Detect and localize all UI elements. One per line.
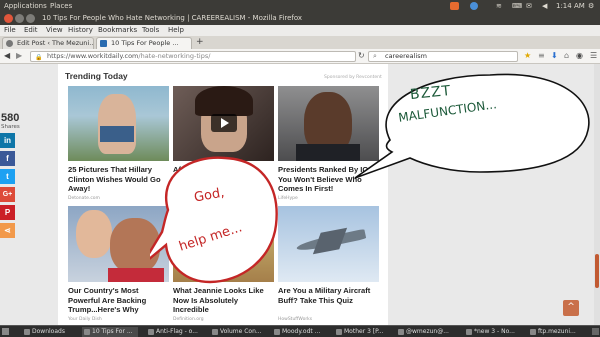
menu-file[interactable]: File bbox=[4, 25, 16, 36]
site-favicon-icon bbox=[100, 40, 107, 47]
doodle-overlay bbox=[150, 73, 590, 284]
dropbox-icon[interactable] bbox=[470, 2, 478, 10]
applications-menu[interactable]: Applications bbox=[4, 0, 47, 12]
task-firefox[interactable]: 10 Tips For ... bbox=[82, 327, 138, 337]
card-1-source: Detonate.com bbox=[68, 196, 100, 201]
more-share-icon[interactable]: ⋖ bbox=[0, 223, 15, 238]
card-4-source: Your Daily Dish bbox=[68, 317, 102, 322]
task-anti-flag[interactable]: Anti-Flag - o... bbox=[146, 327, 208, 337]
firefox-icon[interactable] bbox=[450, 2, 459, 10]
power-icon[interactable]: ⚙ bbox=[588, 0, 594, 12]
clock[interactable]: 1:14 AM bbox=[556, 0, 585, 12]
workspace-switcher-icon[interactable] bbox=[592, 328, 599, 335]
keyboard-icon[interactable]: ⌨ bbox=[512, 0, 522, 12]
trending-heading: Trending Today bbox=[65, 71, 128, 81]
home-icon[interactable]: ⌂ bbox=[564, 51, 569, 60]
maximize-window-icon[interactable] bbox=[26, 14, 35, 23]
mail-icon[interactable]: ✉ bbox=[526, 0, 532, 12]
swimwear-shape bbox=[100, 126, 134, 142]
card-6-source: HowStuffWorks bbox=[278, 317, 313, 322]
new-tab-icon[interactable]: + bbox=[196, 37, 204, 47]
google-plus-share-icon[interactable]: G+ bbox=[0, 187, 15, 202]
twitter-share-icon[interactable]: t bbox=[0, 169, 15, 184]
task-twitter[interactable]: @wmezun@... bbox=[396, 327, 458, 337]
tab-10-tips[interactable]: 10 Tips For People ... bbox=[96, 37, 192, 49]
task-notepad[interactable]: *new 3 - No... bbox=[464, 327, 524, 337]
minimize-window-icon[interactable] bbox=[15, 14, 24, 23]
card-5-source: Definition.org bbox=[173, 317, 204, 322]
facebook-share-icon[interactable]: f bbox=[0, 151, 15, 166]
task-volume-control[interactable]: Volume Con... bbox=[210, 327, 270, 337]
url-path: /hate-networking-tips/ bbox=[138, 52, 211, 60]
right-speech-bubble bbox=[354, 73, 590, 179]
face-shape bbox=[76, 210, 112, 258]
linkedin-share-icon[interactable]: in bbox=[0, 133, 15, 148]
bookmarks-list-icon[interactable]: ≡ bbox=[538, 51, 545, 60]
forward-icon[interactable]: ▶ bbox=[16, 51, 22, 60]
pinterest-share-icon[interactable]: P bbox=[0, 205, 15, 220]
window-title: 10 Tips For People Who Hate Networking |… bbox=[42, 14, 303, 22]
system-top-bar: Applications Places ≋ ⌨ ✉ ◀ 1:14 AM ⚙ bbox=[0, 0, 600, 12]
tab-bar: Edit Post ‹ The Mezuni... 10 Tips For Pe… bbox=[0, 36, 600, 49]
places-menu[interactable]: Places bbox=[50, 0, 72, 12]
volume-icon[interactable]: ◀ bbox=[542, 0, 547, 12]
share-label: Shares bbox=[1, 124, 20, 130]
download-icon[interactable]: ⬇ bbox=[551, 51, 558, 60]
window-title-bar: 10 Tips For People Who Hate Networking |… bbox=[0, 12, 600, 25]
back-icon[interactable]: ◀ bbox=[4, 51, 10, 60]
menu-bookmarks[interactable]: Bookmarks bbox=[98, 25, 137, 36]
wifi-icon[interactable]: ≋ bbox=[496, 0, 502, 12]
menu-tools[interactable]: Tools bbox=[142, 25, 159, 36]
show-desktop-icon[interactable] bbox=[2, 328, 9, 335]
menu-history[interactable]: History bbox=[68, 25, 93, 36]
menu-help[interactable]: Help bbox=[168, 25, 184, 36]
extension-icon[interactable]: ◉ bbox=[576, 51, 583, 60]
task-moody-odt[interactable]: Moody.odt ... bbox=[272, 327, 330, 337]
task-ftp[interactable]: ftp.mezuni... bbox=[528, 327, 590, 337]
menu-bar: File Edit View History Bookmarks Tools H… bbox=[0, 25, 600, 36]
scroll-to-top-icon[interactable]: ^ bbox=[563, 300, 579, 316]
task-downloads[interactable]: Downloads bbox=[22, 327, 78, 337]
lock-icon: 🔒 bbox=[35, 54, 43, 61]
reload-icon[interactable]: ↻ bbox=[358, 51, 365, 60]
figure-shape bbox=[98, 94, 136, 154]
tab-label: Edit Post ‹ The Mezuni... bbox=[17, 39, 94, 47]
hamburger-menu-icon[interactable]: ☰ bbox=[590, 51, 597, 60]
url-host: https://www.workitdaily.com bbox=[47, 52, 139, 60]
menu-view[interactable]: View bbox=[46, 25, 63, 36]
taskbar: Downloads 10 Tips For ... Anti-Flag - o.… bbox=[0, 325, 600, 337]
bookmark-star-icon[interactable]: ★ bbox=[524, 51, 531, 60]
tab-edit-post[interactable]: Edit Post ‹ The Mezuni... bbox=[2, 37, 94, 49]
task-mother-3[interactable]: Mother 3 [P... bbox=[334, 327, 392, 337]
close-window-icon[interactable] bbox=[4, 14, 13, 23]
wordpress-favicon-icon bbox=[6, 40, 13, 47]
menu-edit[interactable]: Edit bbox=[24, 25, 38, 36]
share-count: 580 bbox=[1, 112, 20, 124]
tab-label: 10 Tips For People ... bbox=[111, 39, 179, 47]
search-value: careerealism bbox=[385, 52, 427, 60]
left-speech-bubble bbox=[150, 156, 278, 284]
